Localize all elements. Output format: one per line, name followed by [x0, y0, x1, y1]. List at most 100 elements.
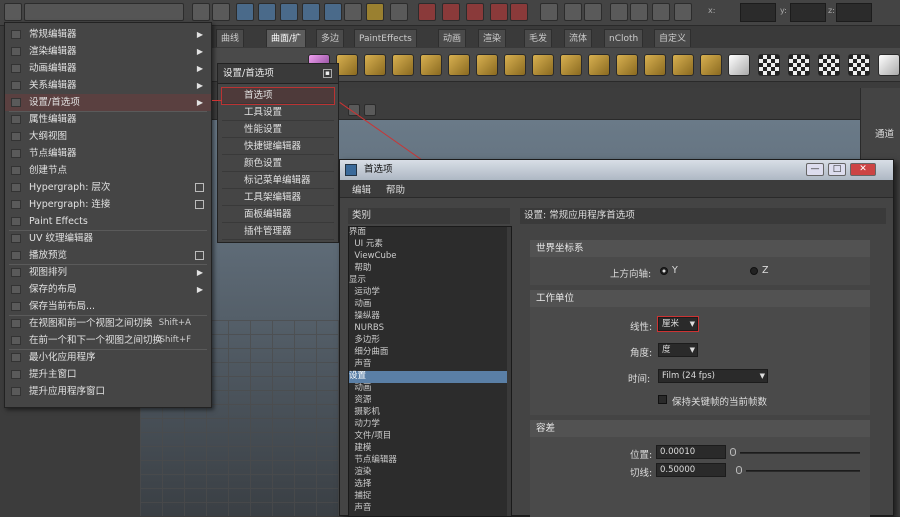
window-menu-item[interactable]: 视图排列 ▶ — [5, 264, 211, 281]
option-box-icon[interactable] — [195, 183, 204, 192]
select-component-icon[interactable] — [280, 3, 298, 21]
positional-slider[interactable] — [740, 452, 860, 454]
category-item[interactable]: 摄影机 — [349, 407, 511, 419]
preferences-titlebar[interactable]: 首选项 — □ ✕ — [340, 160, 893, 180]
checker-icon[interactable] — [788, 54, 810, 76]
history-icon[interactable] — [344, 3, 362, 21]
submenu-item[interactable]: 性能设置 — [222, 122, 334, 138]
window-menu-item[interactable]: 动画编辑器 ▶ — [5, 60, 211, 77]
submenu-item[interactable]: 插件管理器 — [222, 224, 334, 240]
category-item[interactable]: UI 元素 — [349, 239, 511, 251]
texture-icon[interactable] — [878, 54, 900, 76]
menu-set-icon[interactable] — [4, 3, 22, 21]
window-menu-item[interactable]: Hypergraph: 层次 — [5, 179, 211, 196]
window-menu-item[interactable]: UV 纹理编辑器 — [5, 230, 211, 247]
window-menu-item[interactable]: 播放预览 — [5, 247, 211, 264]
select-hierarchy-icon[interactable] — [236, 3, 254, 21]
revolve-icon[interactable] — [672, 54, 694, 76]
category-item[interactable]: 声音 — [349, 359, 511, 371]
scissors-icon[interactable] — [364, 104, 376, 116]
checker-icon[interactable] — [818, 54, 840, 76]
render-icon[interactable] — [418, 3, 436, 21]
category-item[interactable]: 资源 — [349, 395, 511, 407]
window-menu-item[interactable]: 大纲视图 — [5, 128, 211, 145]
surface-tool-icon[interactable] — [588, 54, 610, 76]
shelf-tab[interactable]: 渲染 — [478, 29, 507, 47]
nurbs-cylinder-icon[interactable] — [392, 54, 414, 76]
category-item[interactable]: 多边形 — [349, 335, 511, 347]
category-item[interactable]: 文件/项目 — [349, 431, 511, 443]
category-item[interactable]: 建模 — [349, 443, 511, 455]
category-item[interactable]: 节点编辑器 — [349, 455, 511, 467]
up-axis-z-radio[interactable] — [750, 267, 758, 275]
snap-curve-icon[interactable] — [324, 3, 342, 21]
shelf-tab[interactable]: 曲面/扩 — [266, 29, 307, 47]
category-item[interactable]: 渲染 — [349, 467, 511, 479]
minimize-icon[interactable]: — — [806, 163, 824, 176]
shelf-tab[interactable]: 多边 — [316, 29, 345, 47]
category-item[interactable]: 细分曲面 — [349, 347, 511, 359]
input-line-icon[interactable] — [540, 3, 558, 21]
menu-edit[interactable]: 编辑 — [352, 182, 371, 196]
window-menu-item[interactable]: 保存的布局 ▶ — [5, 281, 211, 298]
option-box-icon[interactable] — [195, 251, 204, 260]
up-axis-y-radio[interactable] — [660, 267, 668, 275]
channel-box-icon[interactable] — [652, 3, 670, 21]
category-item[interactable]: 动力学 — [349, 419, 511, 431]
nurbs-sphere-icon[interactable] — [336, 54, 358, 76]
keep-keys-checkbox[interactable] — [658, 395, 667, 404]
submenu-item[interactable]: 颜色设置 — [222, 156, 334, 172]
open-scene-icon[interactable] — [212, 3, 230, 21]
category-item[interactable]: 声音 — [349, 503, 511, 515]
submenu-item[interactable]: 面板编辑器 — [222, 207, 334, 223]
magnet-icon[interactable] — [366, 3, 384, 21]
nurbs-square-icon[interactable] — [532, 54, 554, 76]
submenu-item[interactable]: 标记菜单编辑器 — [222, 173, 334, 189]
category-item[interactable]: 操纵器 — [349, 311, 511, 323]
tangential-field[interactable]: 0.50000 — [656, 463, 726, 477]
window-menu-item[interactable]: Hypergraph: 连接 — [5, 196, 211, 213]
world-section-header[interactable]: 世界坐标系 — [530, 240, 870, 257]
window-menu-item[interactable]: 在视图和前一个视图之间切换 Shift+A — [5, 315, 211, 332]
window-menu-item[interactable]: 创建节点 — [5, 162, 211, 179]
shelf-tab[interactable]: 毛发 — [524, 29, 553, 47]
tangential-slider[interactable] — [746, 470, 860, 472]
snap-grid-icon[interactable] — [302, 3, 320, 21]
maximize-icon[interactable]: □ — [828, 163, 846, 176]
positional-slider-knob[interactable] — [730, 448, 736, 456]
nurbs-plane-icon[interactable] — [448, 54, 470, 76]
coord-y-field[interactable] — [790, 3, 826, 22]
menu-set-dropdown[interactable] — [24, 3, 184, 21]
menu-help[interactable]: 帮助 — [386, 182, 405, 196]
shelf-tab[interactable]: 动画 — [438, 29, 467, 47]
category-item[interactable]: NURBS — [349, 323, 511, 335]
extrude-icon[interactable] — [700, 54, 722, 76]
attribute-editor-icon[interactable] — [610, 3, 628, 21]
submenu-item[interactable]: 工具设置 — [222, 105, 334, 121]
window-menu-item[interactable]: 最小化应用程序 — [5, 349, 211, 366]
light-icon[interactable] — [728, 54, 750, 76]
shelf-tab[interactable]: nCloth — [604, 29, 644, 47]
submenu-item[interactable]: 首选项 — [221, 87, 335, 105]
shelf-tab[interactable]: PaintEffects — [354, 29, 417, 47]
positional-field[interactable]: 0.00010 — [656, 445, 726, 459]
window-menu-item[interactable]: 常规编辑器 ▶ — [5, 26, 211, 43]
nurbs-cube-icon[interactable] — [364, 54, 386, 76]
checker-icon[interactable] — [848, 54, 870, 76]
tangential-slider-knob[interactable] — [736, 466, 742, 474]
category-item[interactable]: 帮助 — [349, 263, 511, 275]
loft-icon[interactable] — [616, 54, 638, 76]
category-item[interactable]: 设置 — [349, 371, 511, 383]
category-item[interactable]: 界面 — [349, 227, 511, 239]
window-menu-item[interactable]: 节点编辑器 — [5, 145, 211, 162]
ipr-render-icon[interactable] — [442, 3, 460, 21]
curve-tool-icon[interactable] — [560, 54, 582, 76]
window-menu-item[interactable]: 属性编辑器 — [5, 111, 211, 128]
submenu-item[interactable]: 工具架编辑器 — [222, 190, 334, 206]
construction-history-icon[interactable] — [390, 3, 408, 21]
time-dropdown[interactable]: Film (24 fps) ▼ — [658, 369, 768, 383]
shelf-tab[interactable]: 曲线 — [216, 29, 245, 47]
category-item[interactable]: 显示 — [349, 275, 511, 287]
linear-dropdown[interactable]: 厘米 ▼ — [657, 316, 699, 332]
units-section-header[interactable]: 工作单位 — [530, 290, 870, 307]
